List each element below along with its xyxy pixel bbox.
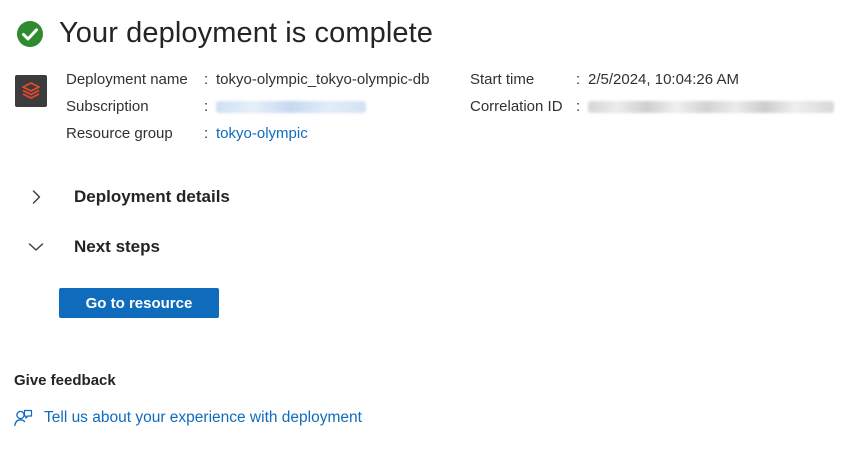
separator: : bbox=[576, 71, 581, 88]
correlation-id-row: Correlation ID : bbox=[470, 93, 834, 120]
page-title: Your deployment is complete bbox=[59, 17, 434, 49]
resource-group-label: Resource group bbox=[66, 125, 173, 142]
deployment-name-value: tokyo-olympic_tokyo-olympic-db bbox=[216, 71, 430, 88]
deployment-name-row: Deployment name : tokyo-olympic_tokyo-ol… bbox=[66, 66, 429, 93]
start-time-label: Start time bbox=[470, 71, 535, 88]
chevron-right-icon bbox=[26, 187, 46, 207]
databricks-icon bbox=[15, 75, 47, 107]
deployment-details-label: Deployment details bbox=[74, 187, 230, 206]
chevron-down-icon bbox=[26, 237, 46, 257]
feedback-link-text: Tell us about your experience with deplo… bbox=[44, 409, 362, 426]
separator: : bbox=[204, 125, 209, 142]
deployment-info-left: Deployment name : tokyo-olympic_tokyo-ol… bbox=[66, 66, 429, 147]
deployment-overview-page: Your deployment is complete Deployment n… bbox=[0, 0, 857, 450]
separator: : bbox=[204, 98, 209, 115]
go-to-resource-button[interactable]: Go to resource bbox=[59, 288, 219, 318]
start-time-value: 2/5/2024, 10:04:26 AM bbox=[588, 71, 739, 88]
next-steps-toggle[interactable]: Next steps bbox=[26, 237, 160, 257]
resource-group-row: Resource group : tokyo-olympic bbox=[66, 120, 429, 147]
next-steps-label: Next steps bbox=[74, 237, 160, 256]
subscription-row: Subscription : bbox=[66, 93, 429, 120]
correlation-id-value-redacted bbox=[588, 100, 834, 113]
separator: : bbox=[576, 98, 581, 115]
start-time-row: Start time : 2/5/2024, 10:04:26 AM bbox=[470, 66, 834, 93]
correlation-id-label: Correlation ID bbox=[470, 98, 563, 115]
feedback-person-icon bbox=[13, 408, 33, 428]
deployment-details-toggle[interactable]: Deployment details bbox=[26, 187, 230, 207]
deployment-info-right: Start time : 2/5/2024, 10:04:26 AM Corre… bbox=[470, 66, 834, 120]
resource-group-link[interactable]: tokyo-olympic bbox=[216, 125, 308, 142]
feedback-heading: Give feedback bbox=[14, 372, 116, 389]
subscription-label: Subscription bbox=[66, 98, 149, 115]
success-check-icon bbox=[16, 20, 44, 48]
separator: : bbox=[204, 71, 209, 88]
deployment-name-label: Deployment name bbox=[66, 71, 188, 88]
title-row: Your deployment is complete bbox=[16, 17, 433, 50]
feedback-link[interactable]: Tell us about your experience with deplo… bbox=[13, 408, 362, 428]
subscription-value-redacted[interactable] bbox=[216, 100, 366, 113]
